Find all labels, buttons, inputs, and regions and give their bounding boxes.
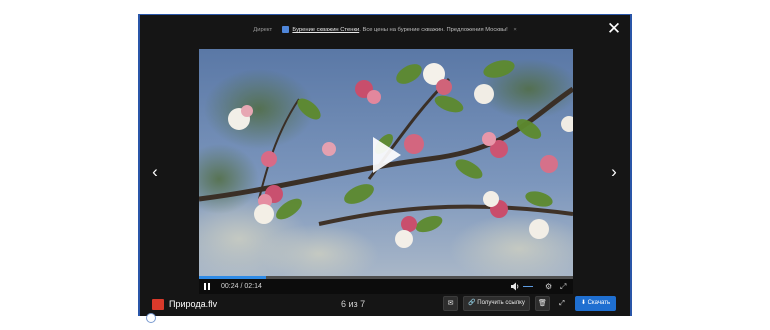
volume-icon[interactable] (511, 282, 520, 291)
next-arrow-icon[interactable]: › (608, 163, 620, 181)
settings-gear-icon[interactable]: ⚙ (545, 279, 552, 294)
fullscreen-icon[interactable]: ⤢ (560, 279, 566, 294)
ad-label: Директ (253, 27, 273, 33)
close-button[interactable]: ✕ (606, 20, 622, 37)
player-controls: 00:24 / 02:14 ⚙ ⤢ (199, 279, 573, 294)
play-button[interactable] (367, 133, 407, 177)
prev-arrow-icon[interactable]: ‹ (149, 163, 161, 181)
page: Директ Бурение скважин Стенки. Все цены … (0, 0, 770, 330)
corner-handle (146, 313, 156, 323)
video-file-icon (152, 299, 164, 310)
file-name: Природа.flv (169, 299, 218, 309)
item-counter: 6 из 7 (341, 299, 366, 309)
ad-description: Все цены на бурение скважин. Предложения… (362, 27, 508, 33)
volume-slider[interactable] (523, 286, 533, 287)
get-link-button[interactable]: 🔗 Получить ссылку (463, 296, 530, 311)
pause-button[interactable] (204, 283, 212, 291)
download-button[interactable]: ⬇ Скачать (575, 296, 616, 311)
ad-banner[interactable]: Директ Бурение скважин Стенки. Все цены … (140, 23, 630, 37)
time-readout: 00:24 / 02:14 (221, 283, 262, 290)
ad-link[interactable]: Бурение скважин Стенки (292, 27, 359, 33)
media-viewer: Директ Бурение скважин Стенки. Все цены … (138, 14, 632, 316)
expand-icon[interactable]: ⤢ (555, 296, 569, 311)
ad-close-icon[interactable]: × (513, 27, 516, 33)
mail-button[interactable]: ✉ (443, 296, 458, 311)
video-frame[interactable] (199, 49, 573, 276)
delete-button[interactable]: 🗑 (535, 296, 550, 311)
viewer-footer: Природа.flv 6 из 7 ✉ 🔗 Получить ссылку 🗑… (140, 295, 630, 316)
ad-logo-icon (281, 25, 289, 33)
